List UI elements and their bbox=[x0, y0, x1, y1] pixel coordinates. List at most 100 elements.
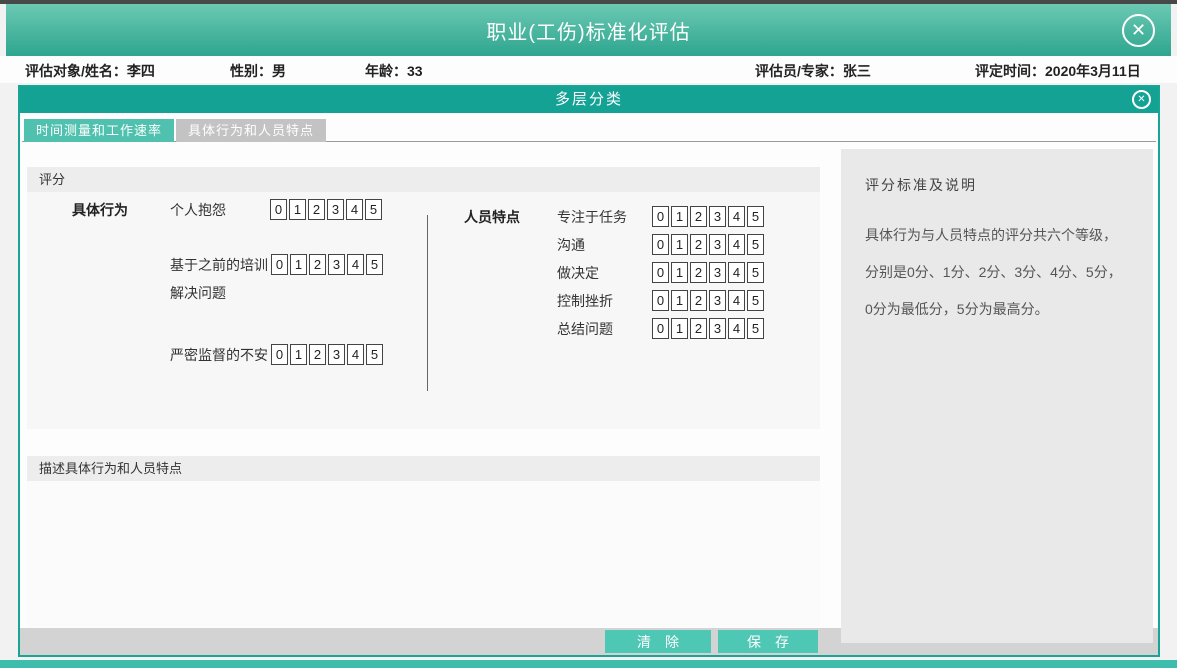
assessor-value: 张三 bbox=[843, 63, 871, 79]
score-box-4[interactable]: 4 bbox=[346, 199, 363, 220]
assess-date-label: 评定时间： bbox=[975, 63, 1045, 79]
app-titlebar: 职业(工伤)标准化评估 ✕ bbox=[6, 4, 1171, 56]
score-box-1[interactable]: 1 bbox=[290, 344, 307, 365]
score-box-2[interactable]: 2 bbox=[690, 234, 707, 255]
patient-age-value: 33 bbox=[407, 63, 423, 79]
score-box-group: 012345 bbox=[652, 262, 764, 283]
score-box-5[interactable]: 5 bbox=[747, 234, 764, 255]
score-box-3[interactable]: 3 bbox=[709, 290, 726, 311]
score-box-4[interactable]: 4 bbox=[728, 262, 745, 283]
score-box-group: 012345 bbox=[271, 344, 383, 365]
score-box-5[interactable]: 5 bbox=[747, 262, 764, 283]
score-box-1[interactable]: 1 bbox=[671, 206, 688, 227]
score-box-5[interactable]: 5 bbox=[366, 254, 383, 275]
dialog-title: 多层分类 bbox=[555, 91, 623, 108]
score-box-0[interactable]: 0 bbox=[652, 290, 669, 311]
rating-row: 个人抱怨012345 bbox=[170, 199, 383, 221]
rating-item-label: 总结问题 bbox=[557, 318, 652, 340]
score-box-1[interactable]: 1 bbox=[290, 254, 307, 275]
score-box-0[interactable]: 0 bbox=[652, 234, 669, 255]
app-window: 职业(工伤)标准化评估 ✕ 评估对象/姓名：李四 性别：男 年龄：33 评估员/… bbox=[0, 0, 1177, 668]
score-box-5[interactable]: 5 bbox=[365, 199, 382, 220]
score-box-4[interactable]: 4 bbox=[728, 206, 745, 227]
rating-item-label: 控制挫折 bbox=[557, 290, 652, 312]
score-box-3[interactable]: 3 bbox=[328, 344, 345, 365]
rating-content: 具体行为 个人抱怨012345基于之前的培训解决问题012345严密监督的不安0… bbox=[27, 192, 820, 429]
score-box-0[interactable]: 0 bbox=[652, 206, 669, 227]
clear-button[interactable]: 清 除 bbox=[605, 630, 711, 653]
score-box-4[interactable]: 4 bbox=[728, 290, 745, 311]
score-box-1[interactable]: 1 bbox=[671, 290, 688, 311]
description-panel: 描述具体行为和人员特点 bbox=[27, 456, 820, 632]
score-box-3[interactable]: 3 bbox=[709, 234, 726, 255]
tab-behavior-traits[interactable]: 具体行为和人员特点 bbox=[176, 119, 326, 142]
score-box-2[interactable]: 2 bbox=[309, 344, 326, 365]
sidebar-text-line: 分别是0分、1分、2分、3分、4分、5分， bbox=[865, 254, 1129, 291]
patient-age-label: 年龄： bbox=[365, 63, 407, 79]
score-box-group: 012345 bbox=[652, 234, 764, 255]
rating-item-label: 基于之前的培训解决问题 bbox=[170, 254, 271, 304]
score-box-0[interactable]: 0 bbox=[652, 262, 669, 283]
score-box-2[interactable]: 2 bbox=[308, 199, 325, 220]
score-box-2[interactable]: 2 bbox=[690, 290, 707, 311]
score-box-group: 012345 bbox=[652, 290, 764, 311]
score-box-1[interactable]: 1 bbox=[289, 199, 306, 220]
score-box-1[interactable]: 1 bbox=[671, 234, 688, 255]
score-box-3[interactable]: 3 bbox=[327, 199, 344, 220]
scoring-criteria-sidebar: 评分标准及说明 具体行为与人员特点的评分共六个等级， 分别是0分、1分、2分、3… bbox=[841, 149, 1153, 643]
score-box-3[interactable]: 3 bbox=[709, 262, 726, 283]
score-box-4[interactable]: 4 bbox=[347, 254, 364, 275]
score-box-2[interactable]: 2 bbox=[690, 318, 707, 339]
rating-panel-header: 评分 bbox=[27, 167, 820, 192]
score-box-5[interactable]: 5 bbox=[747, 206, 764, 227]
patient-info-bar: 评估对象/姓名：李四 性别：男 年龄：33 评估员/专家：张三 评定时间：202… bbox=[0, 56, 1177, 83]
traits-group-title: 人员特点 bbox=[464, 206, 557, 228]
score-box-1[interactable]: 1 bbox=[671, 262, 688, 283]
score-box-4[interactable]: 4 bbox=[728, 234, 745, 255]
patient-name-label: 评估对象/姓名： bbox=[25, 63, 127, 79]
score-box-0[interactable]: 0 bbox=[271, 254, 288, 275]
score-box-5[interactable]: 5 bbox=[747, 290, 764, 311]
score-box-group: 012345 bbox=[652, 318, 764, 339]
tab-time-measurement[interactable]: 时间测量和工作速率 bbox=[24, 119, 174, 142]
score-box-2[interactable]: 2 bbox=[690, 206, 707, 227]
rating-item-label: 个人抱怨 bbox=[170, 199, 270, 221]
dialog-close-icon[interactable]: ✕ bbox=[1132, 90, 1151, 109]
rating-item-label: 做决定 bbox=[557, 262, 652, 284]
rating-panel: 评分 具体行为 个人抱怨012345基于之前的培训解决问题012345严密监督的… bbox=[27, 167, 820, 429]
score-box-1[interactable]: 1 bbox=[671, 318, 688, 339]
description-textarea[interactable] bbox=[27, 481, 820, 627]
multilayer-classification-dialog: 多层分类 ✕ 时间测量和工作速率 具体行为和人员特点 评分 具体行为 个人抱怨0… bbox=[18, 85, 1160, 657]
window-close-icon[interactable]: ✕ bbox=[1122, 14, 1155, 47]
score-box-2[interactable]: 2 bbox=[309, 254, 326, 275]
score-box-5[interactable]: 5 bbox=[366, 344, 383, 365]
score-box-0[interactable]: 0 bbox=[270, 199, 287, 220]
score-box-3[interactable]: 3 bbox=[328, 254, 345, 275]
score-box-4[interactable]: 4 bbox=[347, 344, 364, 365]
score-box-group: 012345 bbox=[652, 206, 764, 227]
patient-gender-value: 男 bbox=[272, 63, 286, 79]
patient-name-value: 李四 bbox=[127, 63, 155, 79]
sidebar-title: 评分标准及说明 bbox=[865, 175, 1129, 195]
save-button[interactable]: 保 存 bbox=[718, 630, 818, 653]
assess-date-field: 评定时间：2020年3月11日 bbox=[975, 61, 1141, 81]
group-divider bbox=[427, 215, 428, 391]
rating-item-label: 严密监督的不安 bbox=[170, 344, 271, 366]
assessor-label: 评估员/专家： bbox=[755, 63, 843, 79]
rating-row: 沟通012345 bbox=[557, 234, 764, 256]
score-box-0[interactable]: 0 bbox=[652, 318, 669, 339]
app-title: 职业(工伤)标准化评估 bbox=[486, 16, 690, 45]
dialog-header: 多层分类 ✕ bbox=[20, 87, 1158, 113]
score-box-2[interactable]: 2 bbox=[690, 262, 707, 283]
sidebar-text-line: 0分为最低分，5分为最高分。 bbox=[865, 291, 1129, 328]
patient-gender-label: 性别： bbox=[230, 63, 272, 79]
behavior-group-title: 具体行为 bbox=[72, 199, 170, 221]
score-box-3[interactable]: 3 bbox=[709, 206, 726, 227]
score-box-4[interactable]: 4 bbox=[728, 318, 745, 339]
score-box-0[interactable]: 0 bbox=[271, 344, 288, 365]
score-box-5[interactable]: 5 bbox=[747, 318, 764, 339]
score-box-3[interactable]: 3 bbox=[709, 318, 726, 339]
rating-row: 专注于任务012345 bbox=[557, 206, 764, 228]
rating-row: 基于之前的培训解决问题012345 bbox=[170, 254, 383, 304]
rating-row: 做决定012345 bbox=[557, 262, 764, 284]
